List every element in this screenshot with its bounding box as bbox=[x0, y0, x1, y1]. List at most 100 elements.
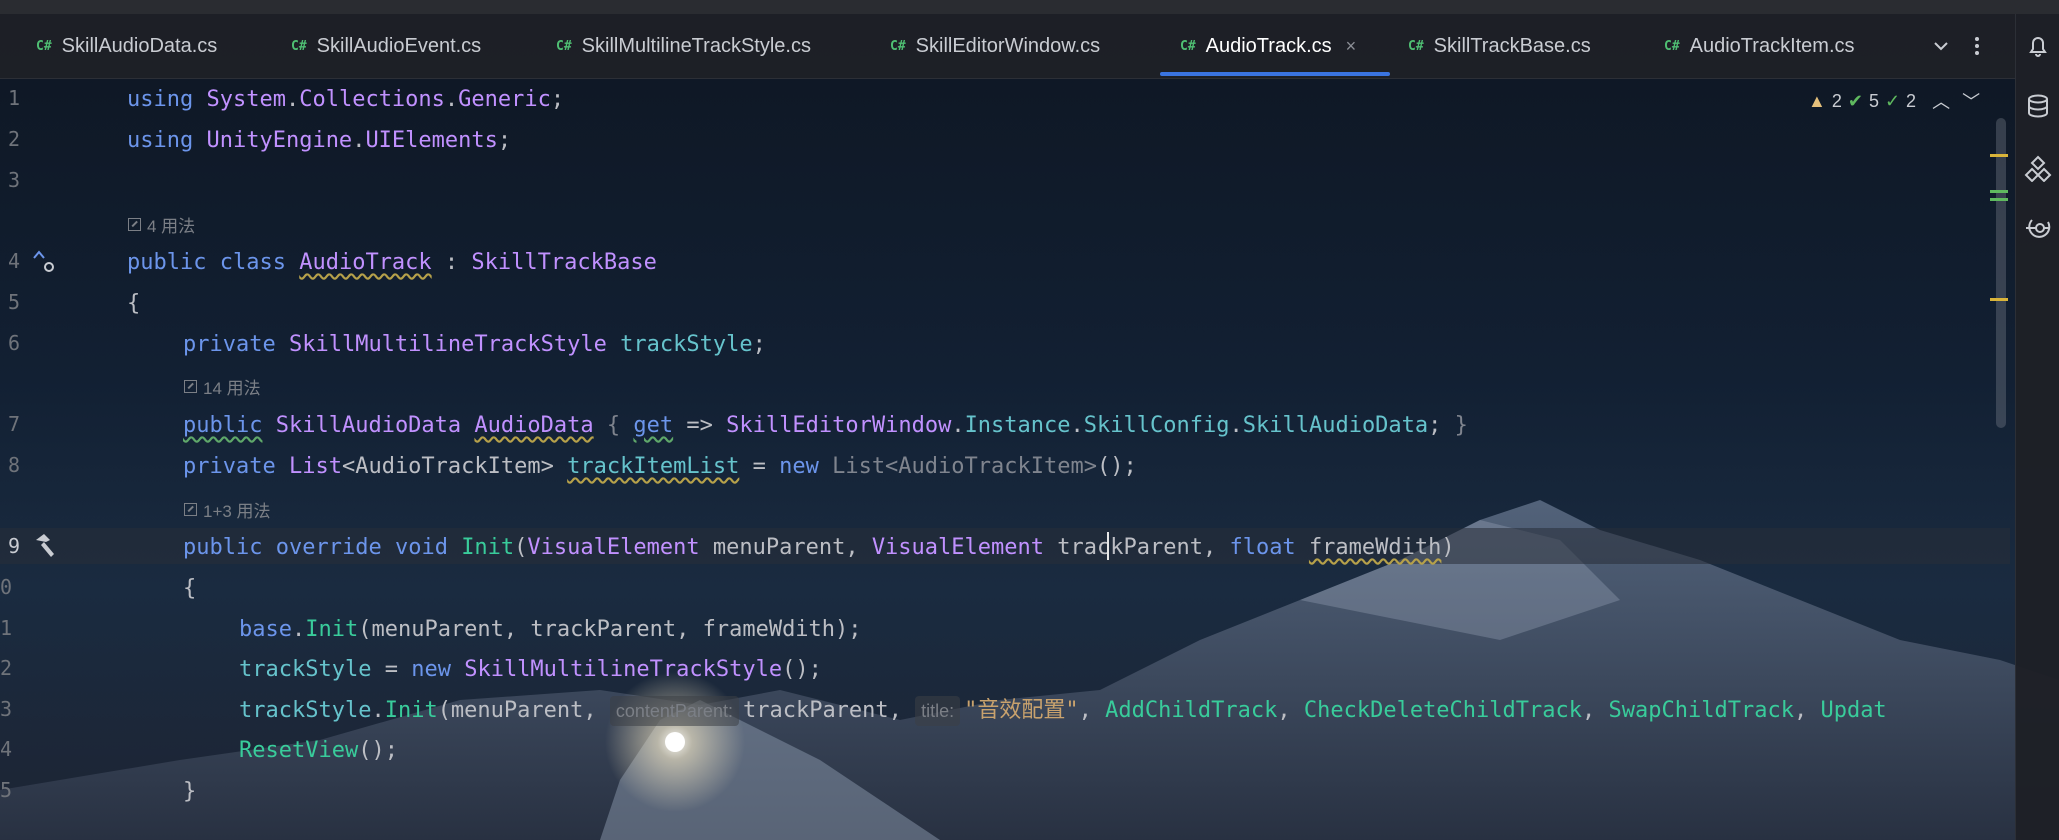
punct: > bbox=[540, 454, 554, 479]
tab-skilltrackbase[interactable]: C# SkillTrackBase.cs bbox=[1408, 14, 1591, 78]
line-number: 3 bbox=[7, 168, 20, 192]
tab-label: SkillMultilineTrackStyle.cs bbox=[581, 34, 811, 57]
args: trackParent, bbox=[742, 698, 916, 723]
field: trackStyle bbox=[620, 332, 753, 357]
keyword: get bbox=[633, 413, 674, 438]
chevron-down-icon[interactable] bbox=[1932, 14, 1950, 78]
punct: . bbox=[951, 413, 965, 438]
csharp-file-icon: C# bbox=[890, 38, 906, 54]
namespace: System bbox=[206, 87, 286, 112]
tab-label: SkillAudioEvent.cs bbox=[316, 34, 482, 57]
inlay-hint: contentParent: bbox=[609, 696, 739, 726]
right-tool-strip bbox=[2015, 14, 2059, 840]
keyword: void bbox=[394, 535, 448, 560]
tab-label: SkillEditorWindow.cs bbox=[915, 34, 1101, 57]
tab-label: AudioTrack.cs bbox=[1205, 34, 1332, 57]
scrollbar-thumb[interactable] bbox=[1996, 118, 2006, 428]
brace: { bbox=[183, 576, 197, 601]
param: trackParent bbox=[1057, 535, 1203, 560]
method-name: Init bbox=[461, 535, 515, 560]
tab-audiotrack[interactable]: C# AudioTrack.cs × bbox=[1180, 14, 1356, 78]
usages-hint[interactable]: 1+3 用法 bbox=[184, 497, 271, 522]
ok-marker[interactable] bbox=[1990, 190, 2008, 193]
keyword: public bbox=[183, 535, 263, 560]
base-class: SkillTrackBase bbox=[471, 250, 657, 275]
tab-skillaudiodata[interactable]: C# SkillAudioData.cs bbox=[36, 14, 217, 78]
usages-icon bbox=[128, 218, 141, 231]
git-commit-icon[interactable] bbox=[2024, 214, 2052, 242]
hammer-icon[interactable] bbox=[30, 532, 58, 565]
punct: , bbox=[1078, 698, 1106, 723]
code-line-13[interactable]: trackStyle.Init(menuParent, contentParen… bbox=[239, 696, 1887, 726]
class-name: AudioTrack bbox=[299, 250, 432, 275]
namespace: UIElements bbox=[365, 128, 498, 153]
keyword: base bbox=[239, 617, 292, 642]
code-line-5[interactable]: { bbox=[127, 289, 140, 319]
code-line-7[interactable]: public SkillAudioData AudioData { get =>… bbox=[183, 411, 1468, 441]
line-number: 2 bbox=[7, 127, 20, 151]
line-number: 7 bbox=[7, 412, 20, 436]
namespace: Generic bbox=[458, 87, 551, 112]
type: List bbox=[288, 454, 342, 479]
ok-marker[interactable] bbox=[1990, 198, 2008, 201]
arrow: => bbox=[686, 413, 713, 438]
warning-marker[interactable] bbox=[1990, 154, 2008, 157]
chevron-up-icon[interactable]: ︿ bbox=[1932, 88, 1950, 114]
code-line-8[interactable]: private List<AudioTrackItem> trackItemLi… bbox=[183, 452, 1137, 482]
tab-audiotrackitem[interactable]: C# AudioTrackItem.cs bbox=[1664, 14, 1855, 78]
implements-gutter-icon[interactable] bbox=[30, 248, 58, 281]
warning-marker[interactable] bbox=[1990, 298, 2008, 301]
keyword: new bbox=[411, 657, 451, 682]
csharp-file-icon: C# bbox=[36, 38, 52, 54]
keyword: using bbox=[127, 128, 194, 153]
inspection-widget[interactable]: ▲ 2 ✔ 5 ✓ 2 ︿ ﹀ bbox=[1808, 88, 1980, 114]
type: VisualElement bbox=[527, 535, 700, 560]
namespace: Collections bbox=[299, 87, 445, 112]
code-line-6[interactable]: private SkillMultilineTrackStyle trackSt… bbox=[183, 330, 766, 360]
field: trackStyle bbox=[239, 657, 372, 682]
method-call: ResetView bbox=[239, 738, 359, 763]
keyword: private bbox=[183, 454, 276, 479]
line-number: 15 bbox=[0, 778, 13, 802]
more-options-icon[interactable] bbox=[1974, 14, 1980, 78]
method-call: Init bbox=[305, 617, 359, 642]
method-call: Init bbox=[384, 698, 438, 723]
code-line-2[interactable]: using UnityEngine.UIElements; bbox=[127, 126, 511, 156]
brace: } bbox=[183, 779, 197, 804]
code-line-11[interactable]: base.Init(menuParent, trackParent, frame… bbox=[239, 615, 862, 645]
punct: ; bbox=[1428, 413, 1442, 438]
tab-skilleditorwindow[interactable]: C# SkillEditorWindow.cs bbox=[890, 14, 1100, 78]
code-line-9[interactable]: public override void Init(VisualElement … bbox=[183, 533, 1455, 563]
close-icon[interactable]: × bbox=[1346, 36, 1357, 57]
usages-hint[interactable]: 14 用法 bbox=[184, 374, 261, 399]
property: AudioData bbox=[474, 413, 594, 438]
tab-skillmultilinetrackstyle[interactable]: C# SkillMultilineTrackStyle.cs bbox=[556, 14, 811, 78]
structure-icon[interactable] bbox=[2024, 154, 2052, 183]
warning-icon: ▲ bbox=[1808, 90, 1826, 111]
text-caret bbox=[1107, 532, 1109, 560]
code-line-14[interactable]: ResetView(); bbox=[239, 736, 398, 766]
line-number: 6 bbox=[7, 331, 20, 355]
code-line-4[interactable]: public class AudioTrack : SkillTrackBase bbox=[127, 248, 657, 278]
type: SkillMultilineTrackStyle bbox=[464, 657, 783, 682]
punct: . bbox=[444, 87, 459, 112]
usages-hint[interactable]: 4 用法 bbox=[128, 212, 195, 237]
notifications-icon[interactable] bbox=[2024, 32, 2052, 60]
chevron-down-icon[interactable]: ﹀ bbox=[1962, 88, 1980, 114]
type: SkillAudioData bbox=[275, 413, 462, 438]
type: VisualElement bbox=[871, 535, 1044, 560]
code-line-1[interactable]: using System.Collections.Generic; bbox=[127, 85, 564, 115]
tab-skillaudioevent[interactable]: C# SkillAudioEvent.cs bbox=[291, 14, 481, 78]
line-number: 11 bbox=[0, 616, 13, 640]
code-line-12[interactable]: trackStyle = new SkillMultilineTrackStyl… bbox=[239, 655, 822, 685]
database-icon[interactable] bbox=[2024, 92, 2052, 120]
line-number: 14 bbox=[0, 737, 13, 761]
code-line-15[interactable]: } bbox=[183, 777, 196, 807]
keyword: public bbox=[183, 413, 263, 438]
punct: . bbox=[371, 698, 385, 723]
keyword: new bbox=[779, 454, 819, 479]
code-line-10[interactable]: { bbox=[183, 574, 196, 604]
line-number: 9 bbox=[7, 534, 20, 558]
typo-count: 2 bbox=[1906, 90, 1917, 111]
punct: . bbox=[1070, 413, 1084, 438]
